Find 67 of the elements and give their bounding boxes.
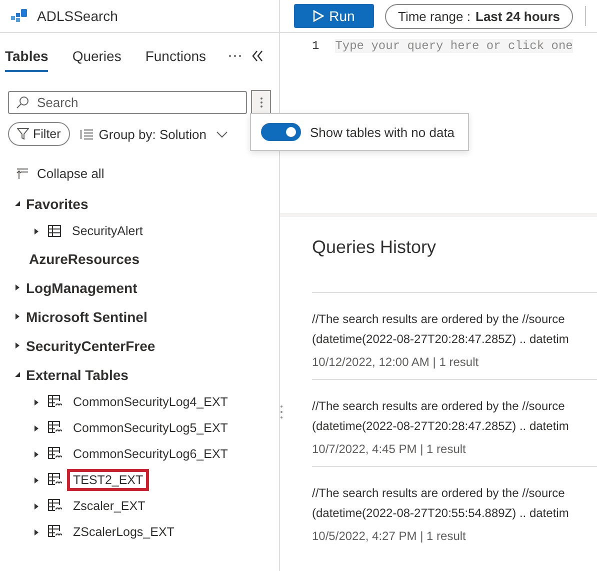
caret-right-icon[interactable] bbox=[14, 284, 21, 291]
tree-group[interactable]: Microsoft Sentinel bbox=[0, 302, 279, 331]
filter-button[interactable]: Filter bbox=[8, 122, 70, 146]
tree-group[interactable]: Favorites bbox=[0, 189, 279, 218]
tab[interactable]: Queries bbox=[72, 40, 122, 72]
caret-down-icon[interactable] bbox=[14, 371, 21, 378]
history-title: Queries History bbox=[312, 237, 438, 258]
linked-table-icon bbox=[48, 395, 62, 409]
query-text[interactable]: (datetime(2022-08-27T20:55:54.889Z) .. datetim bbox=[312, 503, 597, 523]
caret-right-icon[interactable] bbox=[33, 528, 40, 536]
linked-table-icon bbox=[48, 525, 62, 539]
linked-table-icon bbox=[48, 421, 62, 435]
chevron-down-icon bbox=[216, 130, 228, 138]
options-button[interactable] bbox=[251, 90, 271, 115]
query-meta: 10/5/2022, 4:27 PM | 1 result bbox=[312, 529, 467, 543]
filter-icon bbox=[17, 128, 29, 140]
collapse-all-icon bbox=[16, 168, 29, 180]
group-by-dropdown[interactable]: Group by: Solution bbox=[80, 126, 228, 142]
linked-table-icon bbox=[48, 499, 62, 513]
caret-right-icon[interactable] bbox=[33, 398, 40, 406]
caret-right-icon[interactable] bbox=[33, 476, 40, 484]
tree-group[interactable]: AzureResources bbox=[0, 244, 279, 273]
app-title: ADLSSearch bbox=[37, 8, 118, 24]
linked-table-icon bbox=[48, 447, 62, 461]
table-item[interactable]: ZScalerLogs_EXT bbox=[67, 521, 180, 543]
search-field[interactable]: Search bbox=[8, 91, 247, 114]
tree-group[interactable]: LogManagement bbox=[0, 273, 279, 302]
tree-group[interactable]: External Tables bbox=[0, 360, 279, 389]
caret-right-icon[interactable] bbox=[14, 313, 21, 320]
tab[interactable]: Functions bbox=[145, 40, 206, 72]
caret-right-icon[interactable] bbox=[33, 424, 40, 432]
run-button[interactable]: Run bbox=[294, 4, 374, 28]
caret-right-icon[interactable] bbox=[33, 228, 40, 234]
tree-group[interactable]: SecurityCenterFree bbox=[0, 331, 279, 360]
table-item[interactable]: TEST2_EXT bbox=[67, 469, 150, 491]
time-range-button[interactable]: Time range : Last 24 hours bbox=[385, 4, 574, 28]
list-icon bbox=[80, 128, 93, 140]
table-item[interactable]: CommonSecurityLog4_EXT bbox=[67, 391, 234, 413]
play-icon bbox=[313, 10, 324, 22]
table-item[interactable]: CommonSecurityLog6_EXT bbox=[67, 443, 234, 465]
collapse-pane-icon[interactable] bbox=[252, 50, 264, 62]
query-text[interactable]: (datetime(2022-08-27T20:28:47.285Z) .. datetim bbox=[312, 329, 597, 349]
toggle-label: Show tables with no data bbox=[310, 124, 455, 140]
tab[interactable]: Tables bbox=[5, 40, 48, 72]
search-icon bbox=[16, 96, 29, 109]
linked-table-icon bbox=[48, 473, 62, 487]
more-vertical-icon bbox=[260, 97, 262, 108]
table-item[interactable]: CommonSecurityLog5_EXT bbox=[67, 417, 234, 439]
collapse-all-button[interactable]: Collapse all bbox=[16, 166, 279, 181]
splitter-handle-icon[interactable] bbox=[280, 405, 283, 419]
query-text[interactable]: //The search results are ordered by the //source bbox=[312, 309, 597, 329]
query-meta: 10/7/2022, 4:45 PM | 1 result bbox=[312, 442, 467, 456]
toggle-switch[interactable] bbox=[261, 123, 301, 141]
caret-right-icon[interactable] bbox=[33, 502, 40, 510]
more-icon[interactable] bbox=[228, 54, 242, 58]
query-text[interactable]: //The search results are ordered by the //source bbox=[312, 483, 597, 503]
caret-right-icon[interactable] bbox=[33, 450, 40, 458]
caret-down-icon[interactable] bbox=[14, 200, 21, 207]
app-logo-icon bbox=[11, 9, 27, 23]
line-number: 1 bbox=[312, 39, 320, 53]
table-item[interactable]: SecurityAlert bbox=[66, 220, 149, 242]
table-item[interactable]: Zscaler_EXT bbox=[67, 495, 152, 517]
table-icon bbox=[48, 225, 61, 237]
query-text[interactable]: //The search results are ordered by the //source bbox=[312, 396, 597, 416]
query-meta: 10/12/2022, 12:00 AM | 1 result bbox=[312, 355, 480, 369]
caret-right-icon[interactable] bbox=[14, 342, 21, 349]
query-text[interactable]: (datetime(2022-08-27T20:28:47.285Z) .. datetim bbox=[312, 416, 597, 436]
